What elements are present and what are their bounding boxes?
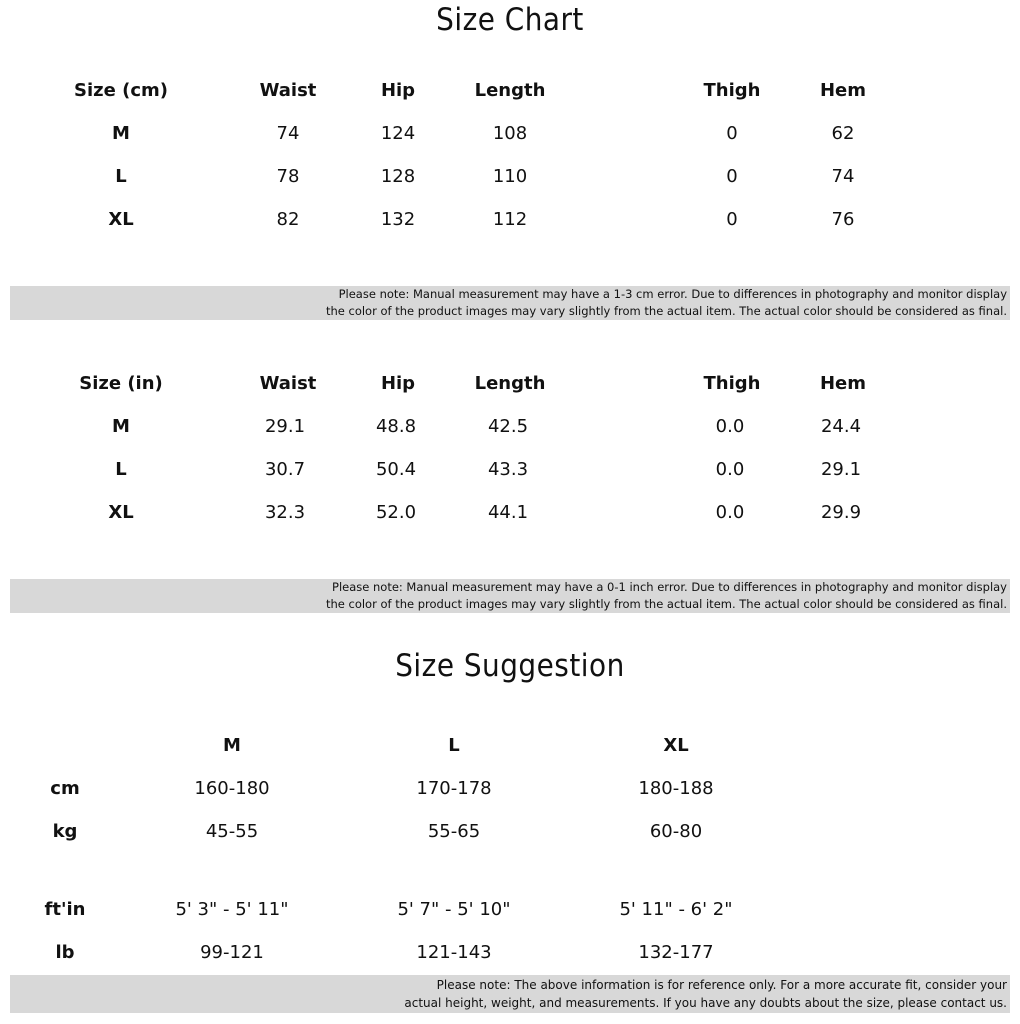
cm-header-hem: Hem [819, 80, 867, 101]
cell-length: 43.3 [487, 459, 529, 480]
note-line: actual height, weight, and measurements.… [404, 996, 1007, 1010]
cell-m: 99-121 [200, 942, 264, 963]
cell-l: 5' 7" - 5' 10" [397, 899, 511, 920]
row-size-label: XL [108, 502, 134, 523]
cell-hem: 29.9 [820, 502, 862, 523]
row-size-label: L [115, 166, 127, 187]
suggestion-note: Please note: The above information is fo… [10, 975, 1010, 1013]
cm-measurement-note: Please note: Manual measurement may have… [10, 286, 1010, 320]
cell-hem: 24.4 [820, 416, 862, 437]
cell-length: 42.5 [487, 416, 529, 437]
cell-xl: 5' 11" - 6' 2" [619, 899, 733, 920]
cell-l: 55-65 [427, 821, 481, 842]
row-unit-label: kg [52, 821, 78, 842]
size-suggestion-title: Size Suggestion [395, 648, 625, 684]
cell-hem: 62 [831, 123, 855, 144]
inch-measurement-note: Please note: Manual measurement may have… [10, 579, 1010, 613]
cell-hem: 76 [831, 209, 855, 230]
note-line: the color of the product images may vary… [325, 304, 1007, 318]
suggestion-header-xl: XL [663, 735, 689, 756]
cell-length: 110 [492, 166, 528, 187]
suggestion-header-m: M [223, 735, 241, 756]
row-unit-label: cm [50, 778, 80, 799]
cell-m: 45-55 [205, 821, 259, 842]
note-line: Please note: Manual measurement may have… [332, 580, 1007, 594]
note-line: Please note: The above information is fo… [436, 978, 1007, 992]
cm-header-length: Length [474, 80, 546, 101]
note-line: Please note: Manual measurement may have… [338, 287, 1007, 301]
row-size-label: XL [108, 209, 134, 230]
row-unit-label: lb [55, 942, 75, 963]
cell-length: 108 [492, 123, 528, 144]
in-header-length: Length [474, 373, 546, 394]
in-header-size: Size (in) [79, 373, 163, 394]
cm-header-size: Size (cm) [74, 80, 168, 101]
cell-m: 160-180 [194, 778, 270, 799]
row-unit-label: ft'in [44, 899, 86, 920]
cell-length: 44.1 [487, 502, 529, 523]
in-header-hem: Hem [819, 373, 867, 394]
cell-hem: 29.1 [820, 459, 862, 480]
suggestion-header-l: L [448, 735, 460, 756]
row-size-label: M [112, 416, 130, 437]
cell-xl: 132-177 [638, 942, 714, 963]
size-chart-title: Size Chart [436, 2, 584, 38]
cell-xl: 60-80 [649, 821, 703, 842]
row-size-label: M [112, 123, 130, 144]
cell-l: 170-178 [416, 778, 492, 799]
note-line: the color of the product images may vary… [325, 597, 1007, 611]
row-size-label: L [115, 459, 127, 480]
cell-xl: 180-188 [638, 778, 714, 799]
cell-length: 112 [492, 209, 528, 230]
cell-m: 5' 3" - 5' 11" [175, 899, 289, 920]
cell-l: 121-143 [416, 942, 492, 963]
cell-hem: 74 [831, 166, 855, 187]
